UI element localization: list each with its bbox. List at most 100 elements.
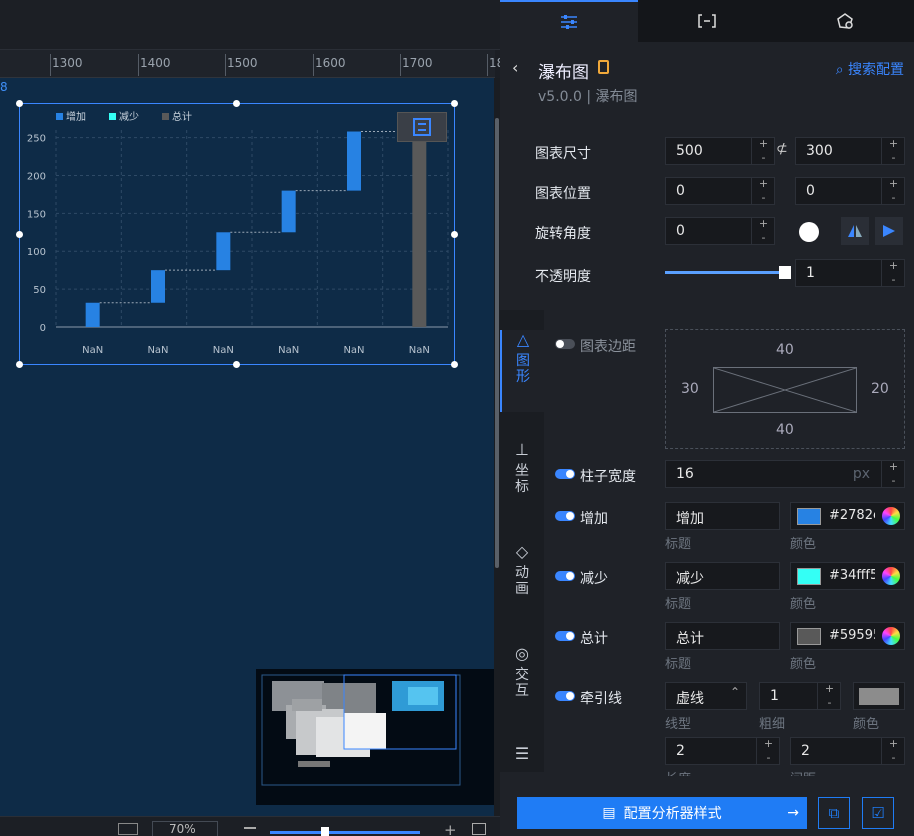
flip-horizontal-icon[interactable] <box>841 217 869 245</box>
resize-handle[interactable] <box>451 361 458 368</box>
color-swatch <box>859 688 899 705</box>
shape-icon <box>837 13 853 29</box>
resize-handle[interactable] <box>451 100 458 107</box>
pos-y-stepper[interactable]: + - <box>881 177 905 205</box>
keyboard-icon[interactable] <box>118 823 138 835</box>
resize-handle[interactable] <box>233 100 240 107</box>
increase-bar <box>281 190 296 233</box>
component-version: v5.0.0 | 瀑布图 <box>538 89 638 105</box>
increase-toggle[interactable] <box>555 511 575 521</box>
width-stepper[interactable]: + - <box>751 137 775 165</box>
decrease-label: 减少 <box>580 571 608 587</box>
increase-bar <box>151 270 165 303</box>
fit-screen-icon[interactable] <box>472 823 486 835</box>
rotate-dial-icon[interactable] <box>799 222 819 242</box>
increase-bar <box>347 131 361 191</box>
resize-handle[interactable] <box>16 231 23 238</box>
zoom-in-icon[interactable]: + <box>444 821 457 836</box>
increase-title-input[interactable]: 增加 <box>665 502 780 530</box>
side-tab-shape[interactable]: △ 图形 <box>500 330 544 412</box>
component-title: 瀑布图 <box>538 63 589 83</box>
margin-bottom[interactable]: 40 <box>776 422 794 438</box>
palette-icon[interactable] <box>882 507 900 525</box>
resize-handle[interactable] <box>16 361 23 368</box>
margin-label: 图表边距 <box>580 339 636 355</box>
paste-check-icon[interactable]: ☑ <box>862 797 894 829</box>
bar-width-toggle[interactable] <box>555 469 575 479</box>
search-icon: ⌕ <box>835 62 848 78</box>
document-icon[interactable] <box>598 60 609 74</box>
waterfall-chart: 0 50 100 150 200 250 NaN NaN NaN NaN NaN NaN 增加 减少 总计 <box>27 110 449 356</box>
zoom-slider[interactable] <box>270 831 420 834</box>
list-icon: ☰ <box>514 744 530 763</box>
palette-icon[interactable] <box>882 567 900 585</box>
layout-icon: ▤ <box>602 805 616 821</box>
total-toggle[interactable] <box>555 631 575 641</box>
flip-vertical-icon[interactable] <box>875 217 903 245</box>
side-tab-animation[interactable]: ◇ 动画 <box>500 542 544 612</box>
dash-gap-caption: 间距 <box>790 768 816 776</box>
dash-length-stepper[interactable]: + - <box>756 737 780 765</box>
bar-width-label: 柱子宽度 <box>580 469 636 485</box>
opacity-stepper[interactable]: + - <box>881 259 905 287</box>
y-tick-label: 150 <box>27 209 46 220</box>
margin-top[interactable]: 40 <box>776 342 794 358</box>
pos-x-stepper[interactable]: + - <box>751 177 775 205</box>
line-color-picker[interactable] <box>853 682 905 710</box>
tab-interaction[interactable] <box>776 0 914 42</box>
config-panel: ‹ 瀑布图 v5.0.0 | 瀑布图 ⌕ 搜索配置 图表尺寸 500 + - ⊄ … <box>500 0 914 836</box>
side-tab-interaction[interactable]: ◎ 交互 <box>500 644 544 714</box>
copy-icon[interactable]: ⧉ <box>818 797 850 829</box>
leader-line-toggle[interactable] <box>555 691 575 701</box>
total-bar <box>412 131 427 327</box>
height-stepper[interactable]: + - <box>881 137 905 165</box>
rotate-stepper[interactable]: + - <box>751 217 775 245</box>
increase-bar <box>85 302 100 327</box>
y-tick-label: 100 <box>27 247 46 258</box>
configure-analyzer-style-button[interactable]: ▤ 配置分析器样式 → <box>517 797 807 829</box>
title-caption: 标题 <box>665 597 692 612</box>
palette-icon[interactable] <box>882 627 900 645</box>
side-tab-more[interactable]: ☰ <box>500 744 544 772</box>
fullscreen-icon[interactable] <box>397 112 447 142</box>
opacity-slider-knob[interactable] <box>779 266 791 279</box>
resize-handle[interactable] <box>451 231 458 238</box>
target-icon: ◎ <box>515 644 529 663</box>
total-color-picker[interactable]: #595959 <box>790 622 905 650</box>
line-type-select[interactable]: 虚线 ⌃ <box>665 682 747 710</box>
decrease-color-picker[interactable]: #34fff5 <box>790 562 905 590</box>
color-swatch <box>797 628 821 645</box>
color-caption: 颜色 <box>790 597 817 612</box>
side-tab-axis[interactable]: ⊥ 坐标 <box>500 440 544 510</box>
line-width-stepper[interactable]: + - <box>817 682 841 710</box>
animation-icon: ◇ <box>515 542 529 561</box>
increase-label: 增加 <box>580 511 608 527</box>
increase-color-picker[interactable]: #2782e3 <box>790 502 905 530</box>
resize-handle[interactable] <box>16 100 23 107</box>
rotate-label: 旋转角度 <box>535 226 591 242</box>
zoom-slider-knob[interactable] <box>321 827 329 836</box>
total-title-input[interactable]: 总计 <box>665 622 780 650</box>
opacity-slider[interactable] <box>665 271 785 274</box>
margin-editor[interactable]: 40 30 20 40 <box>665 329 905 449</box>
margin-toggle[interactable] <box>555 339 575 349</box>
bar-width-stepper[interactable]: + - <box>881 460 905 488</box>
minimap[interactable] <box>256 669 494 805</box>
decrease-toggle[interactable] <box>555 571 575 581</box>
dash-gap-stepper[interactable]: + - <box>881 737 905 765</box>
tab-data[interactable] <box>638 0 776 42</box>
link-icon[interactable]: ⊄ <box>776 141 788 157</box>
zoom-out-icon[interactable] <box>244 827 256 829</box>
margin-left[interactable]: 30 <box>681 381 699 397</box>
resize-handle[interactable] <box>233 361 240 368</box>
tab-style[interactable] <box>500 0 638 42</box>
search-config-link[interactable]: ⌕ 搜索配置 <box>836 59 904 79</box>
bar-width-input[interactable]: 16 px <box>665 460 905 488</box>
margin-right[interactable]: 20 <box>871 381 889 397</box>
x-tick-label: NaN <box>213 345 234 356</box>
back-button[interactable]: ‹ <box>512 58 518 77</box>
panel-footer: ▤ 配置分析器样式 → ⧉ ☑ <box>500 790 914 836</box>
position-label: 图表位置 <box>535 186 591 202</box>
zoom-select[interactable]: 70% <box>152 821 218 836</box>
decrease-title-input[interactable]: 减少 <box>665 562 780 590</box>
